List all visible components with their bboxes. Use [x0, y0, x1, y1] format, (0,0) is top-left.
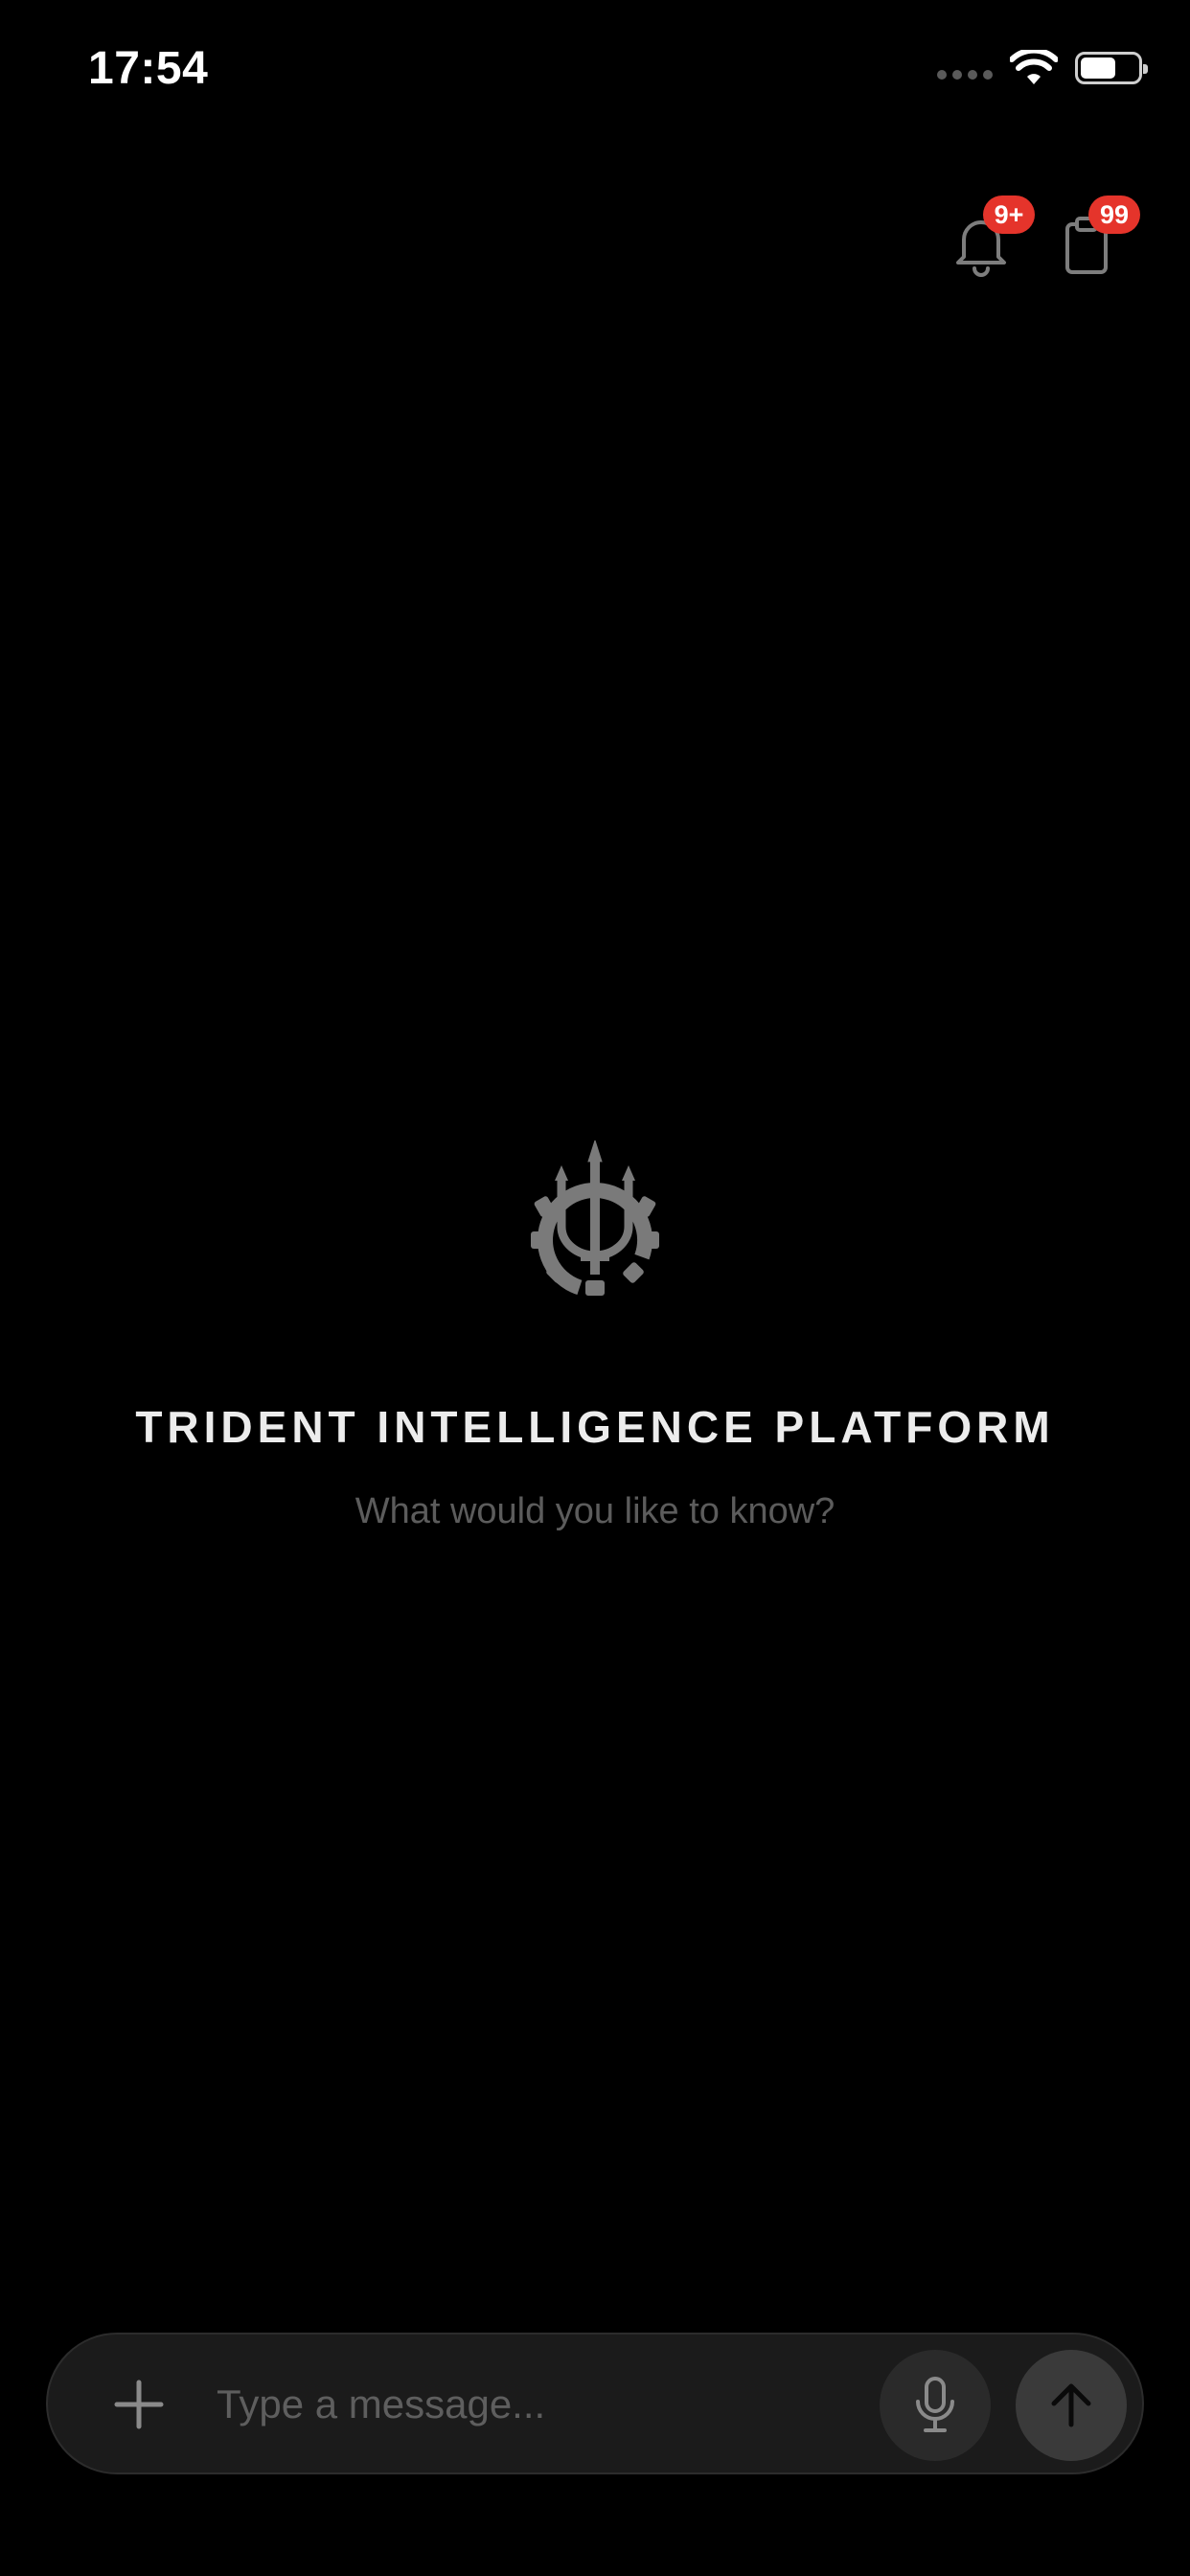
signal-icon: [937, 70, 993, 80]
wifi-icon: [1010, 50, 1058, 84]
status-icons: [937, 50, 1148, 86]
page-subtitle: What would you like to know?: [355, 1491, 835, 1531]
notifications-badge: 9+: [983, 196, 1035, 234]
plus-icon: [114, 2380, 164, 2429]
microphone-icon: [916, 2377, 954, 2432]
send-button[interactable]: [1016, 2350, 1127, 2461]
status-time: 17:54: [88, 43, 209, 94]
microphone-button[interactable]: [880, 2350, 991, 2461]
clipboard-badge: 99: [1088, 196, 1140, 234]
clipboard-button[interactable]: 99: [1058, 196, 1140, 278]
notifications-button[interactable]: 9+: [952, 196, 1035, 278]
trident-gear-logo: [531, 1140, 659, 1296]
app-screen: 17:54 9+ 99 TRIDENT INTELLIGENCE PLATFOR…: [0, 0, 1190, 2576]
message-input[interactable]: [217, 2363, 887, 2446]
battery-icon: [1075, 52, 1148, 84]
arrow-up-icon: [1051, 2383, 1091, 2427]
page-title: TRIDENT INTELLIGENCE PLATFORM: [135, 1402, 1055, 1452]
add-attachment-button[interactable]: [105, 2371, 172, 2438]
message-composer: [46, 2333, 1144, 2474]
